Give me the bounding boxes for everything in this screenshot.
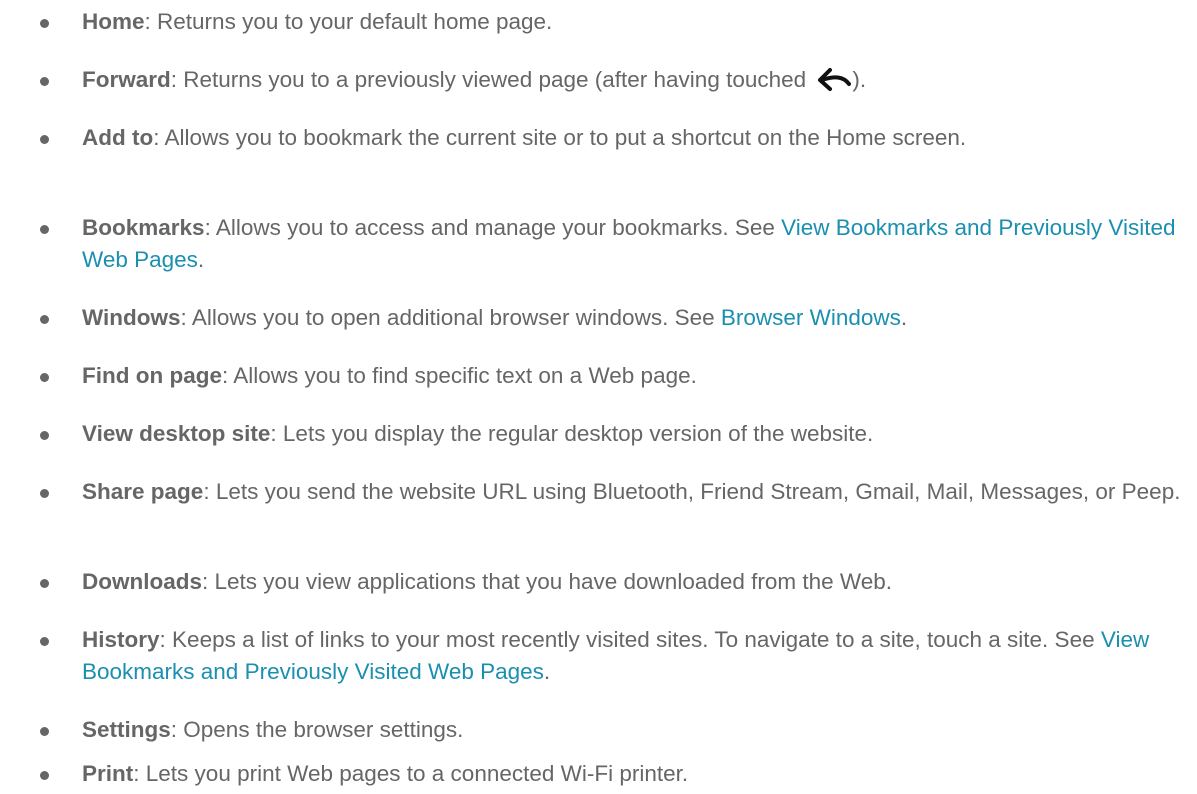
- back-arrow-icon: [818, 68, 852, 91]
- item-separator: :: [202, 569, 215, 594]
- bullet: [40, 315, 49, 324]
- list-item-bookmarks: Bookmarks: Allows you to access and mana…: [40, 212, 1182, 276]
- bullet: [40, 225, 49, 234]
- list-item-home: Home: Returns you to your default home p…: [40, 6, 1182, 38]
- list-item-share-page: Share page: Lets you send the website UR…: [40, 476, 1182, 508]
- bullet: [40, 19, 49, 28]
- bullet: [40, 431, 49, 440]
- bullet: [40, 771, 49, 780]
- item-separator: :: [203, 479, 216, 504]
- item-description: Allows you to access and manage your boo…: [215, 215, 782, 240]
- bullet: [40, 77, 49, 86]
- item-description-end: ).: [852, 67, 867, 92]
- item-description-end: .: [197, 247, 205, 272]
- item-term: View desktop site: [82, 421, 271, 446]
- link-browser-windows[interactable]: Browser Windows: [721, 305, 901, 330]
- list-item-view-desktop-site: View desktop site: Lets you display the …: [40, 418, 1182, 450]
- item-description: Allows you to open additional browser wi…: [191, 305, 721, 330]
- item-term: Home: [82, 9, 145, 34]
- item-description-end: .: [543, 659, 551, 684]
- item-description: Returns you to your default home page.: [157, 9, 553, 34]
- item-separator: :: [133, 761, 146, 786]
- list-item-windows: Windows: Allows you to open additional b…: [40, 302, 1182, 334]
- item-description: Lets you print Web pages to a connected …: [145, 761, 689, 786]
- bullet: [40, 727, 49, 736]
- item-term: Bookmarks: [82, 215, 205, 240]
- list-item-find-on-page: Find on page: Allows you to find specifi…: [40, 360, 1182, 392]
- item-separator: :: [159, 627, 173, 652]
- item-separator: :: [170, 67, 184, 92]
- list-item-print: Print: Lets you print Web pages to a con…: [40, 758, 1182, 790]
- item-term: Downloads: [82, 569, 203, 594]
- item-term: History: [82, 627, 160, 652]
- bullet: [40, 373, 49, 382]
- item-separator: :: [144, 9, 158, 34]
- bullet: [40, 135, 49, 144]
- list-item-forward: Forward: Returns you to a previously vie…: [40, 64, 1182, 96]
- bullet: [40, 579, 49, 588]
- item-term: Forward: [82, 67, 171, 92]
- item-description: Lets you display the regular desktop ver…: [282, 421, 874, 446]
- item-term: Add to: [82, 125, 154, 150]
- item-term: Windows: [82, 305, 181, 330]
- item-separator: :: [204, 215, 216, 240]
- item-separator: :: [270, 421, 283, 446]
- bullet: [40, 489, 49, 498]
- item-term: Settings: [82, 717, 171, 742]
- item-separator: :: [170, 717, 184, 742]
- item-term: Print: [82, 761, 134, 786]
- list-item-add-to: Add to: Allows you to bookmark the curre…: [40, 122, 1182, 154]
- item-separator: :: [222, 363, 234, 388]
- list-item-downloads: Downloads: Lets you view applications th…: [40, 566, 1182, 598]
- item-description: Returns you to a previously viewed page …: [183, 67, 813, 92]
- item-description: Lets you send the website URL using Blue…: [215, 479, 1181, 504]
- item-separator: :: [153, 125, 165, 150]
- item-description-end: .: [900, 305, 908, 330]
- item-description: Keeps a list of links to your most recen…: [172, 627, 1101, 652]
- item-term: Find on page: [82, 363, 222, 388]
- bullet: [40, 637, 49, 646]
- item-description: Allows you to bookmark the current site …: [164, 125, 967, 150]
- item-term: Share page: [82, 479, 204, 504]
- list-item-settings: Settings: Opens the browser settings.: [40, 714, 1182, 746]
- item-description: Opens the browser settings.: [183, 717, 464, 742]
- item-description: Allows you to find specific text on a We…: [233, 363, 697, 388]
- item-description: Lets you view applications that you have…: [214, 569, 893, 594]
- list-item-history: History: Keeps a list of links to your m…: [40, 624, 1182, 688]
- item-separator: :: [180, 305, 192, 330]
